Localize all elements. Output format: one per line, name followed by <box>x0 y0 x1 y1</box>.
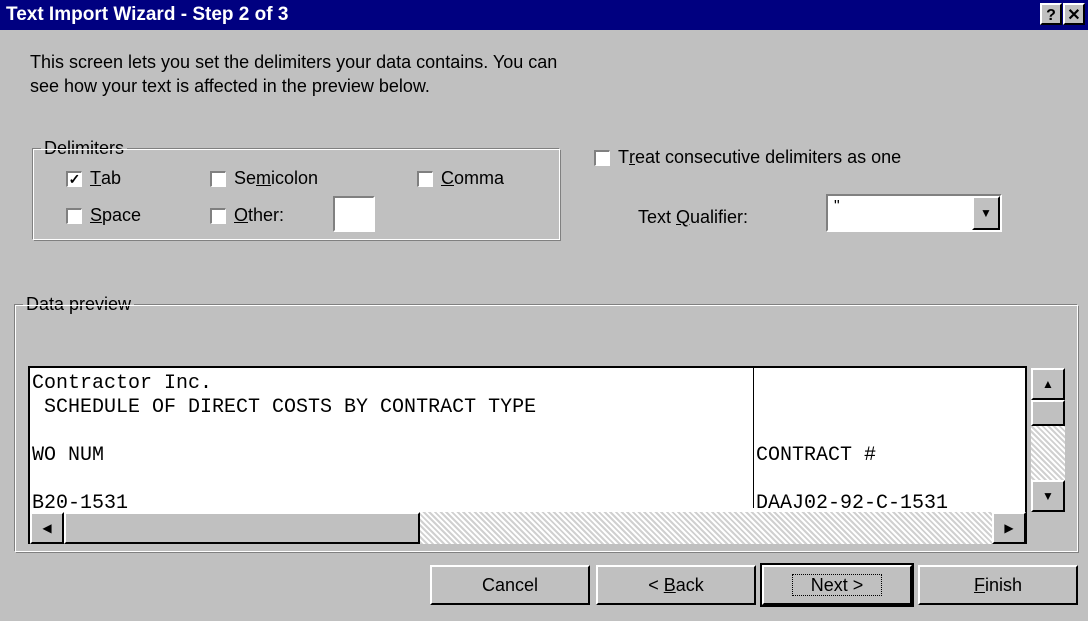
next-button[interactable]: Next > <box>760 563 914 607</box>
horizontal-scrollbar[interactable]: ◀ ▶ <box>30 512 1026 544</box>
window-title: Text Import Wizard - Step 2 of 3 <box>6 4 289 25</box>
vertical-scroll-thumb[interactable] <box>1031 400 1065 426</box>
preview-cell: SCHEDULE OF DIRECT COSTS BY CONTRACT TYP… <box>32 396 537 419</box>
close-button[interactable]: ✕ <box>1063 3 1085 25</box>
description-line-2: see how your text is affected in the pre… <box>30 76 430 96</box>
text-qualifier-label: Text Qualifier: <box>638 207 749 227</box>
text-import-wizard-dialog: Text Import Wizard - Step 2 of 3 ? ✕ Thi… <box>0 0 1088 621</box>
delimiters-group: Delimiters <box>32 138 561 241</box>
preview-cell: Contractor Inc. <box>32 372 213 395</box>
back-button[interactable]: < Back <box>596 565 756 605</box>
scroll-down-icon[interactable]: ▼ <box>1031 480 1065 512</box>
space-checkbox-box[interactable] <box>66 207 82 224</box>
comma-checkbox[interactable]: Comma <box>417 168 504 189</box>
semicolon-checkbox-box[interactable] <box>210 170 226 187</box>
tab-checkbox[interactable]: ✓ Tab <box>66 168 121 189</box>
data-preview-legend: Data preview <box>23 294 135 314</box>
treat-consecutive-checkbox[interactable]: Tr eat consecutive delimiters as one <box>594 147 901 168</box>
other-checkbox[interactable]: Other: <box>210 205 284 226</box>
other-checkbox-box[interactable] <box>210 207 226 224</box>
description-text: This screen lets you set the delimiters … <box>30 50 557 98</box>
text-qualifier-combo[interactable]: " ▼ <box>826 194 1002 232</box>
horizontal-scroll-thumb[interactable] <box>64 512 420 544</box>
scroll-left-icon[interactable]: ◀ <box>30 512 64 544</box>
cancel-button[interactable]: Cancel <box>430 565 590 605</box>
semicolon-checkbox[interactable]: Se m icolon <box>210 168 318 189</box>
finish-button[interactable]: Finish <box>918 565 1078 605</box>
other-delimiter-input[interactable] <box>333 196 375 232</box>
preview-cell: WO NUM <box>32 444 105 467</box>
treat-consecutive-checkbox-box[interactable] <box>594 149 610 166</box>
chevron-down-icon[interactable]: ▼ <box>972 196 1000 230</box>
help-button[interactable]: ? <box>1040 3 1062 25</box>
description-line-1: This screen lets you set the delimiters … <box>30 52 558 72</box>
text-qualifier-value: " <box>834 198 840 215</box>
scroll-up-icon[interactable]: ▲ <box>1031 368 1065 400</box>
vertical-scrollbar[interactable]: ▲ ▼ <box>1031 368 1065 512</box>
scroll-right-icon[interactable]: ▶ <box>992 512 1026 544</box>
preview-cell: CONTRACT # <box>756 444 877 467</box>
comma-checkbox-box[interactable] <box>417 170 433 187</box>
space-checkbox[interactable]: Space <box>66 205 141 226</box>
tab-checkbox-box[interactable]: ✓ <box>66 170 82 187</box>
column-separator <box>753 368 754 508</box>
title-bar: Text Import Wizard - Step 2 of 3 ? ✕ <box>0 0 1088 30</box>
delimiters-legend: Delimiters <box>41 138 128 158</box>
